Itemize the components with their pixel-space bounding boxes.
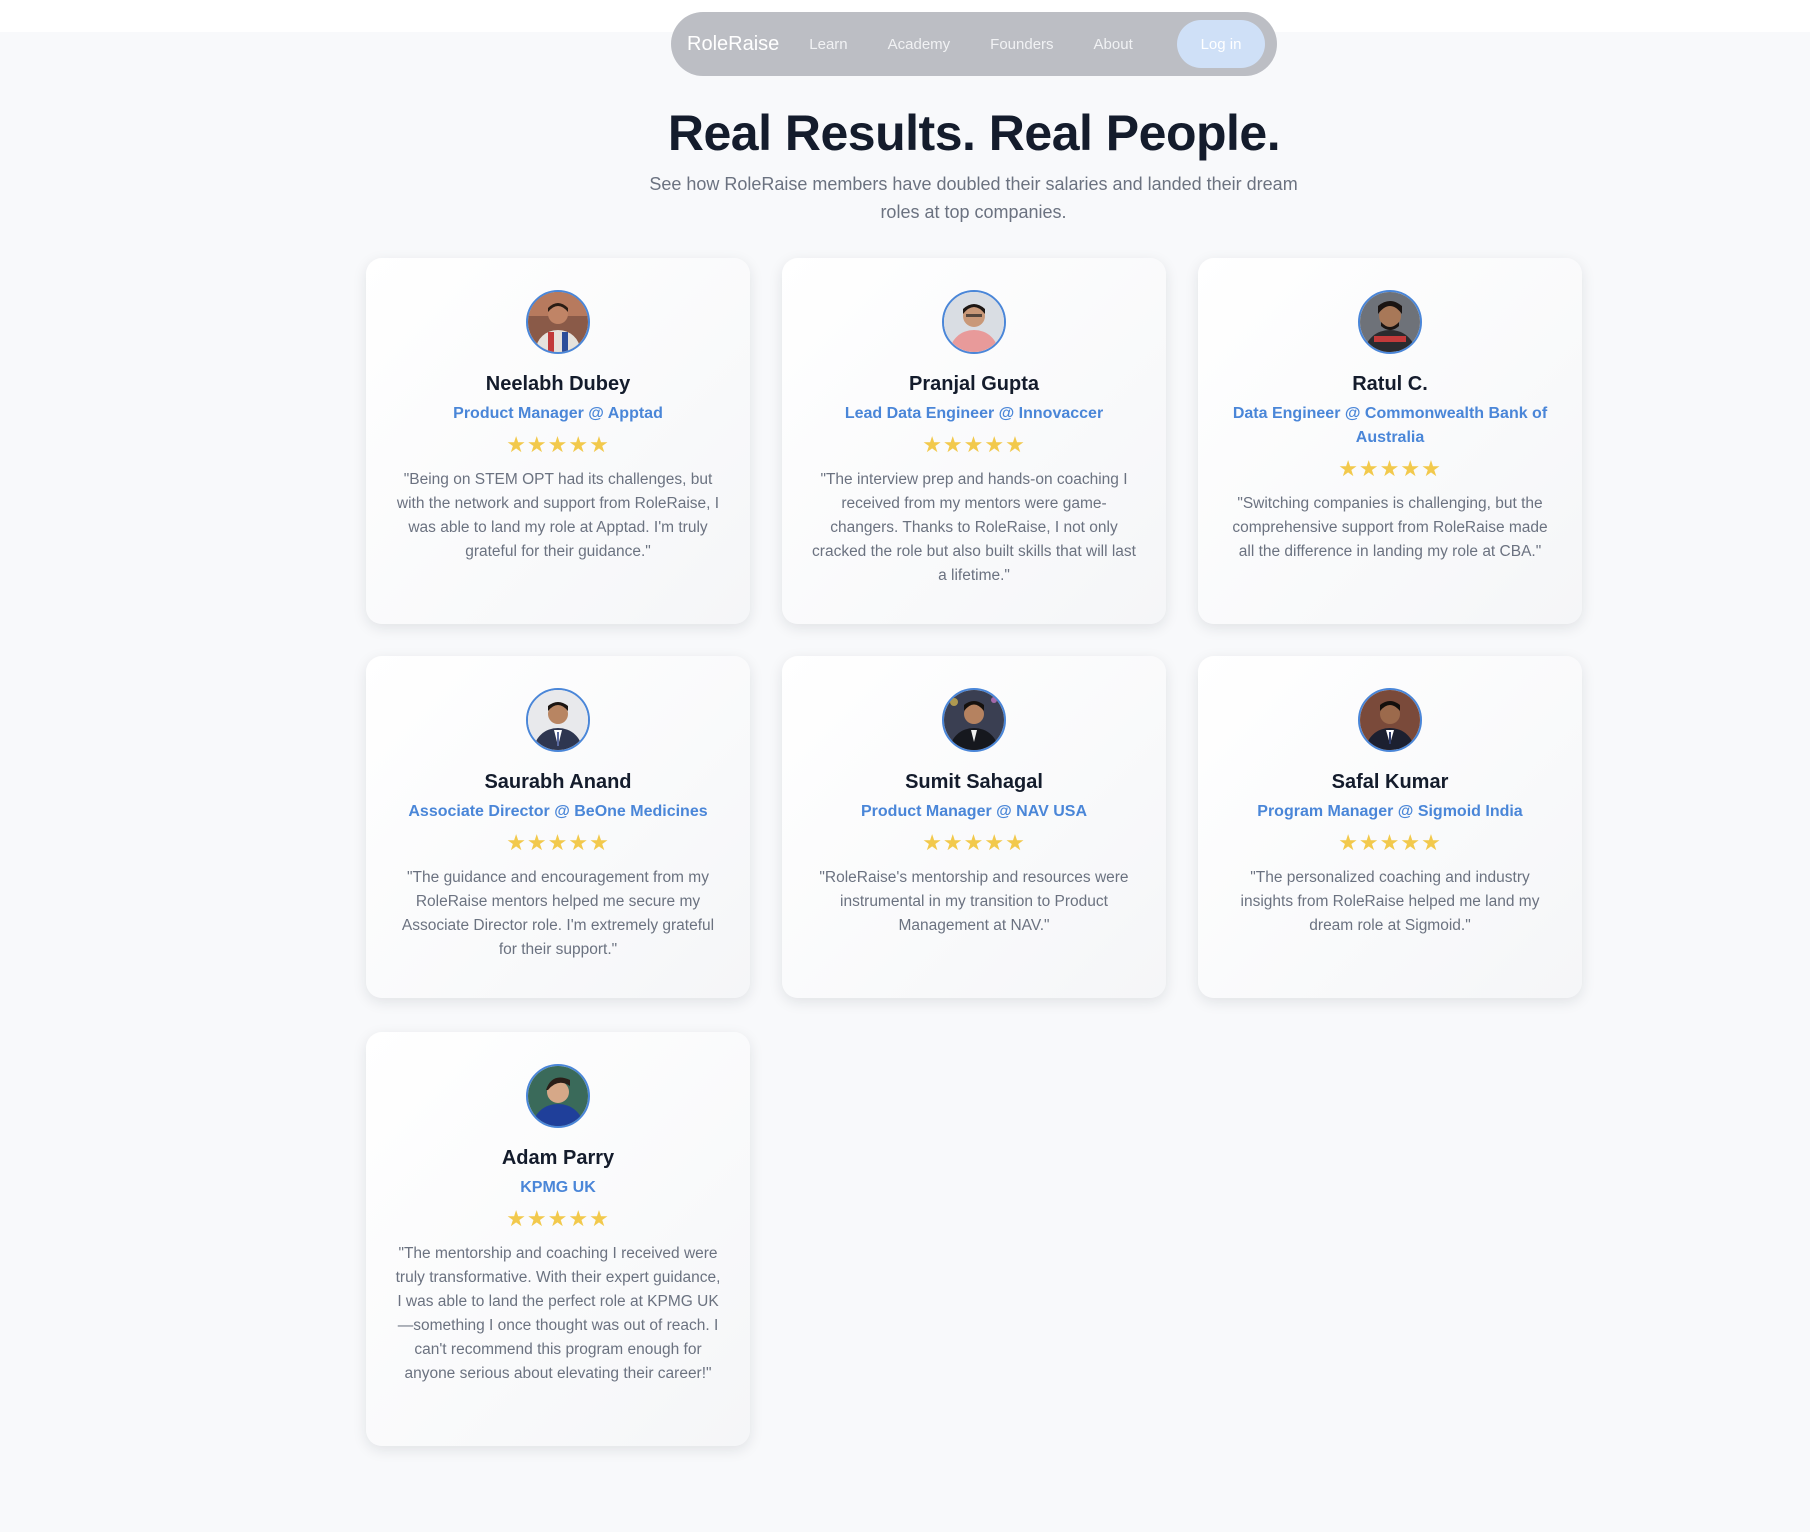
star-rating: ★★★★★ [506,432,610,457]
testimonial-quote: "Being on STEM OPT had its challenges, b… [396,471,720,560]
member-role: Lead Data Engineer @ Innovaccer [844,405,1104,422]
member-name: Saurabh Anand [484,771,632,793]
avatar [942,688,1006,752]
member-name: Safal Kumar [1331,771,1449,793]
member-name: Ratul C. [1352,373,1428,395]
nav-link-founders[interactable]: Founders [990,36,1053,53]
member-role: KPMG UK [520,1179,596,1196]
nav-link-learn[interactable]: Learn [809,36,847,53]
avatar [526,290,590,354]
page-title: Real Results. Real People. [667,105,1281,161]
member-name: Sumit Sahagal [905,771,1043,793]
nav-link-about[interactable]: About [1094,36,1133,53]
member-role: Program Manager @ Sigmoid India [1257,803,1523,820]
testimonial-quote: "Switching companies is challenging, but… [1232,495,1548,560]
member-role: Product Manager @ Apptad [453,405,663,422]
testimonial-card: Adam Parry KPMG UK ★★★★★ "The mentorship… [366,1032,750,1446]
testimonial-card: Neelabh Dubey Product Manager @ Apptad ★… [366,258,750,624]
star-rating: ★★★★★ [922,830,1026,855]
testimonial-card: Sumit Sahagal Product Manager @ NAV USA … [782,656,1166,998]
member-role: Product Manager @ NAV USA [861,803,1087,820]
member-name: Neelabh Dubey [485,373,631,395]
testimonial-card: Pranjal Gupta Lead Data Engineer @ Innov… [782,258,1166,624]
avatar [526,1064,590,1128]
testimonial-quote: "The interview prep and hands-on coachin… [812,471,1136,584]
star-rating: ★★★★★ [922,432,1026,457]
star-rating: ★★★★★ [506,830,610,855]
avatar [526,688,590,752]
testimonial-card: Ratul C. Data Engineer @ Commonwealth Ba… [1198,258,1582,624]
testimonial-card: Safal Kumar Program Manager @ Sigmoid In… [1198,656,1582,998]
page-subtitle: See how RoleRaise members have doubled t… [649,174,1298,222]
avatar [1358,688,1422,752]
avatar [942,290,1006,354]
star-rating: ★★★★★ [1338,456,1442,481]
testimonial-quote: "The guidance and encouragement from my … [401,869,715,958]
star-rating: ★★★★★ [1338,830,1442,855]
login-button[interactable]: Log in [1177,20,1265,68]
testimonial-card: Saurabh Anand Associate Director @ BeOne… [366,656,750,998]
nav-link-academy[interactable]: Academy [888,36,951,53]
testimonial-quote: "The personalized coaching and industry … [1240,869,1540,934]
avatar [1358,290,1422,354]
member-role: Associate Director @ BeOne Medicines [408,803,708,820]
testimonial-quote: "The mentorship and coaching I received … [395,1245,721,1382]
member-role: Data Engineer @ Commonwealth Bank of Aus… [1232,405,1548,446]
testimonial-quote: "RoleRaise's mentorship and resources we… [819,869,1129,934]
star-rating: ★★★★★ [506,1206,610,1231]
member-name: Pranjal Gupta [908,373,1040,395]
navbar: RoleRaise Learn Academy Founders About L… [671,12,1277,76]
member-name: Adam Parry [501,1147,615,1169]
brand-logo[interactable]: RoleRaise [687,33,779,56]
